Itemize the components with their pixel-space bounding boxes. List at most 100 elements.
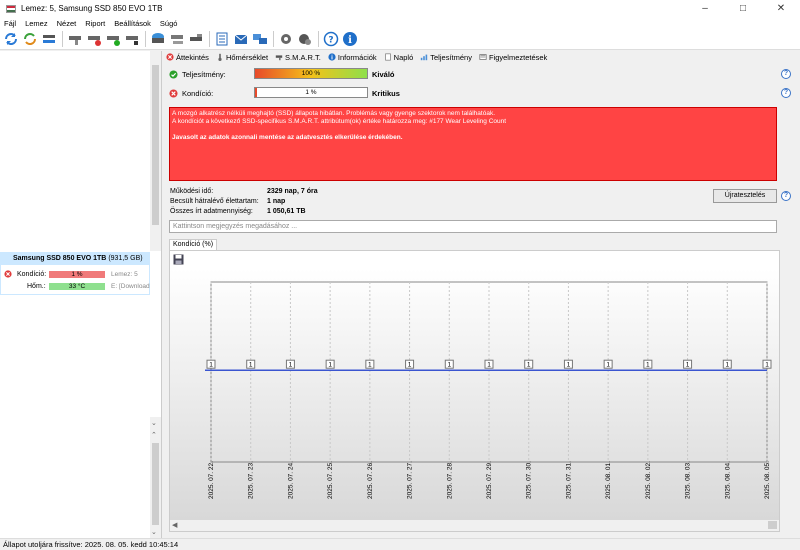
x-tick-label: 2025. 08. 04. [724, 461, 731, 499]
alert-box: A mozgó alkatrész nélküli meghajtó (SSD)… [169, 107, 777, 181]
health-label: Kondíció: [182, 88, 214, 98]
notepad-icon[interactable] [213, 30, 231, 48]
performance-status: Kiváló [372, 70, 395, 79]
data-label: 1 [683, 359, 693, 369]
gear-icon[interactable] [277, 30, 295, 48]
written-label: Összes írt adatmennyiség: [170, 208, 253, 215]
menu-file[interactable]: Fájl [4, 19, 16, 28]
maximize-button[interactable]: □ [724, 0, 762, 17]
data-label: 1 [643, 359, 653, 369]
disk-health-label: Kondíció: [17, 270, 47, 278]
performance-help-icon[interactable]: ? [781, 69, 791, 79]
x-tick-label: 2025. 07. 29. [486, 461, 493, 499]
alert-line-2: A kondíciót a következő SSD-specifikus S… [172, 118, 507, 125]
health-bar: 1 % [254, 87, 368, 98]
data-label: 1 [206, 359, 216, 369]
about-icon[interactable]: i [341, 30, 359, 48]
menu-help[interactable]: Súgó [160, 19, 178, 28]
tab-information[interactable]: Információk [328, 53, 377, 62]
menu-disk[interactable]: Lemez [25, 19, 48, 28]
svg-text:1: 1 [447, 362, 451, 369]
graph-tab-health[interactable]: Kondíció (%) [169, 239, 217, 250]
alert-line-3: Javasolt az adatok azonnali mentése az a… [172, 134, 403, 141]
tab-log[interactable]: Napló [384, 52, 414, 62]
chart-scrollbar[interactable]: ◀ [170, 520, 779, 531]
top-scrollbar[interactable] [150, 51, 161, 251]
data-label: 1 [444, 359, 454, 369]
disk-health-icon[interactable] [149, 30, 167, 48]
refresh-icon[interactable] [2, 30, 20, 48]
menu-view[interactable]: Nézet [57, 19, 77, 28]
data-label: 1 [563, 359, 573, 369]
svg-text:1: 1 [487, 362, 491, 369]
toolbar-separator [209, 31, 210, 47]
disk-temp-bar: 33 °C [49, 282, 105, 290]
disk-health-row: Kondíció: 1 % Lemez: 5 [1, 269, 151, 279]
title-bar: Lemez: 5, Samsung SSD 850 EVO 1TB – □ ✕ [0, 0, 800, 17]
network-icon[interactable] [251, 30, 269, 48]
menu-bar: Fájl Lemez Nézet Riport Beállítások Súgó [0, 17, 800, 29]
error-icon [169, 88, 178, 98]
hdd-icon[interactable] [66, 30, 84, 48]
refresh-all-icon[interactable] [21, 30, 39, 48]
svg-text:?: ? [328, 36, 333, 46]
svg-text:1: 1 [209, 362, 213, 369]
health-help-icon[interactable]: ? [781, 88, 791, 98]
tab-performance[interactable]: Teljesítmény [420, 53, 472, 62]
health-chart: 1 1 1 1 1 1 1 1 1 1 1 1 1 1 1 2025. 07. 22. 2025. 07. 2… [170, 269, 779, 521]
help-icon[interactable]: ? [322, 30, 340, 48]
svg-text:1: 1 [606, 362, 610, 369]
tab-label: S.M.A.R.T. [285, 52, 321, 62]
toolbar: ? i [0, 29, 800, 50]
performance-icon [421, 54, 428, 61]
note-input[interactable]: Kattintson megjegyzés megadásához ... [169, 220, 777, 233]
data-label: 1 [365, 359, 375, 369]
app-flag-icon [6, 4, 16, 13]
hdd-tool-icon[interactable] [123, 30, 141, 48]
tab-overview[interactable]: Áttekintés [166, 53, 209, 62]
smart-icon [275, 55, 283, 61]
tab-label: Figyelmeztetések [488, 52, 548, 62]
info-icon [328, 53, 336, 61]
disk-volume: E: [Download [111, 282, 150, 290]
performance-value: 100 % [301, 70, 321, 77]
tab-label: Napló [393, 52, 414, 62]
performance-label: Teljesítmény: [182, 69, 226, 79]
tab-smart[interactable]: S.M.A.R.T. [275, 53, 321, 62]
advanced-settings-icon[interactable] [296, 30, 314, 48]
disk-copy-icon[interactable] [187, 30, 205, 48]
svg-text:1: 1 [646, 362, 650, 369]
disk-scan-icon[interactable] [168, 30, 186, 48]
written-value: 1 050,61 TB [267, 208, 306, 215]
toolbar-separator [62, 31, 63, 47]
x-tick-label: 2025. 08. 03. [685, 461, 692, 499]
email-icon[interactable] [232, 30, 250, 48]
hdd-ok-icon[interactable] [104, 30, 122, 48]
menu-report[interactable]: Riport [85, 19, 105, 28]
hdd-test-icon[interactable] [85, 30, 103, 48]
remaining-value: 1 nap [267, 198, 286, 205]
disk-temp-label: Hőm.: [27, 282, 46, 290]
window-title: Lemez: 5, Samsung SSD 850 EVO 1TB [21, 4, 163, 13]
retest-button[interactable]: Újratesztelés [713, 189, 777, 203]
tab-warnings[interactable]: Figyelmeztetések [479, 53, 547, 62]
data-label: 1 [603, 359, 613, 369]
bottom-scrollbar[interactable]: ⌄ ⌃ ⌄ [150, 417, 161, 538]
data-label: 1 [246, 359, 256, 369]
tab-temperature[interactable]: Hőmérséklet [216, 53, 268, 62]
menu-settings[interactable]: Beállítások [114, 19, 151, 28]
close-button[interactable]: ✕ [762, 0, 800, 17]
disk-list-icon[interactable] [40, 30, 58, 48]
x-tick-label: 2025. 07. 28. [446, 461, 453, 499]
x-tick-label: 2025. 07. 31. [565, 461, 572, 499]
uptime-value: 2329 nap, 7 óra [267, 188, 318, 195]
toolbar-separator [273, 31, 274, 47]
disk-card[interactable]: Samsung SSD 850 EVO 1TB (931,5 GB) Kondí… [0, 252, 150, 295]
disk-temp-row: Hőm.: 33 °C E: [Download [1, 281, 151, 291]
x-tick-label: 2025. 07. 23. [248, 461, 255, 499]
x-tick-label: 2025. 08. 05. [764, 461, 771, 499]
data-label: 1 [484, 359, 494, 369]
svg-text:1: 1 [328, 362, 332, 369]
retest-help-icon[interactable]: ? [781, 191, 791, 201]
minimize-button[interactable]: – [686, 0, 724, 17]
